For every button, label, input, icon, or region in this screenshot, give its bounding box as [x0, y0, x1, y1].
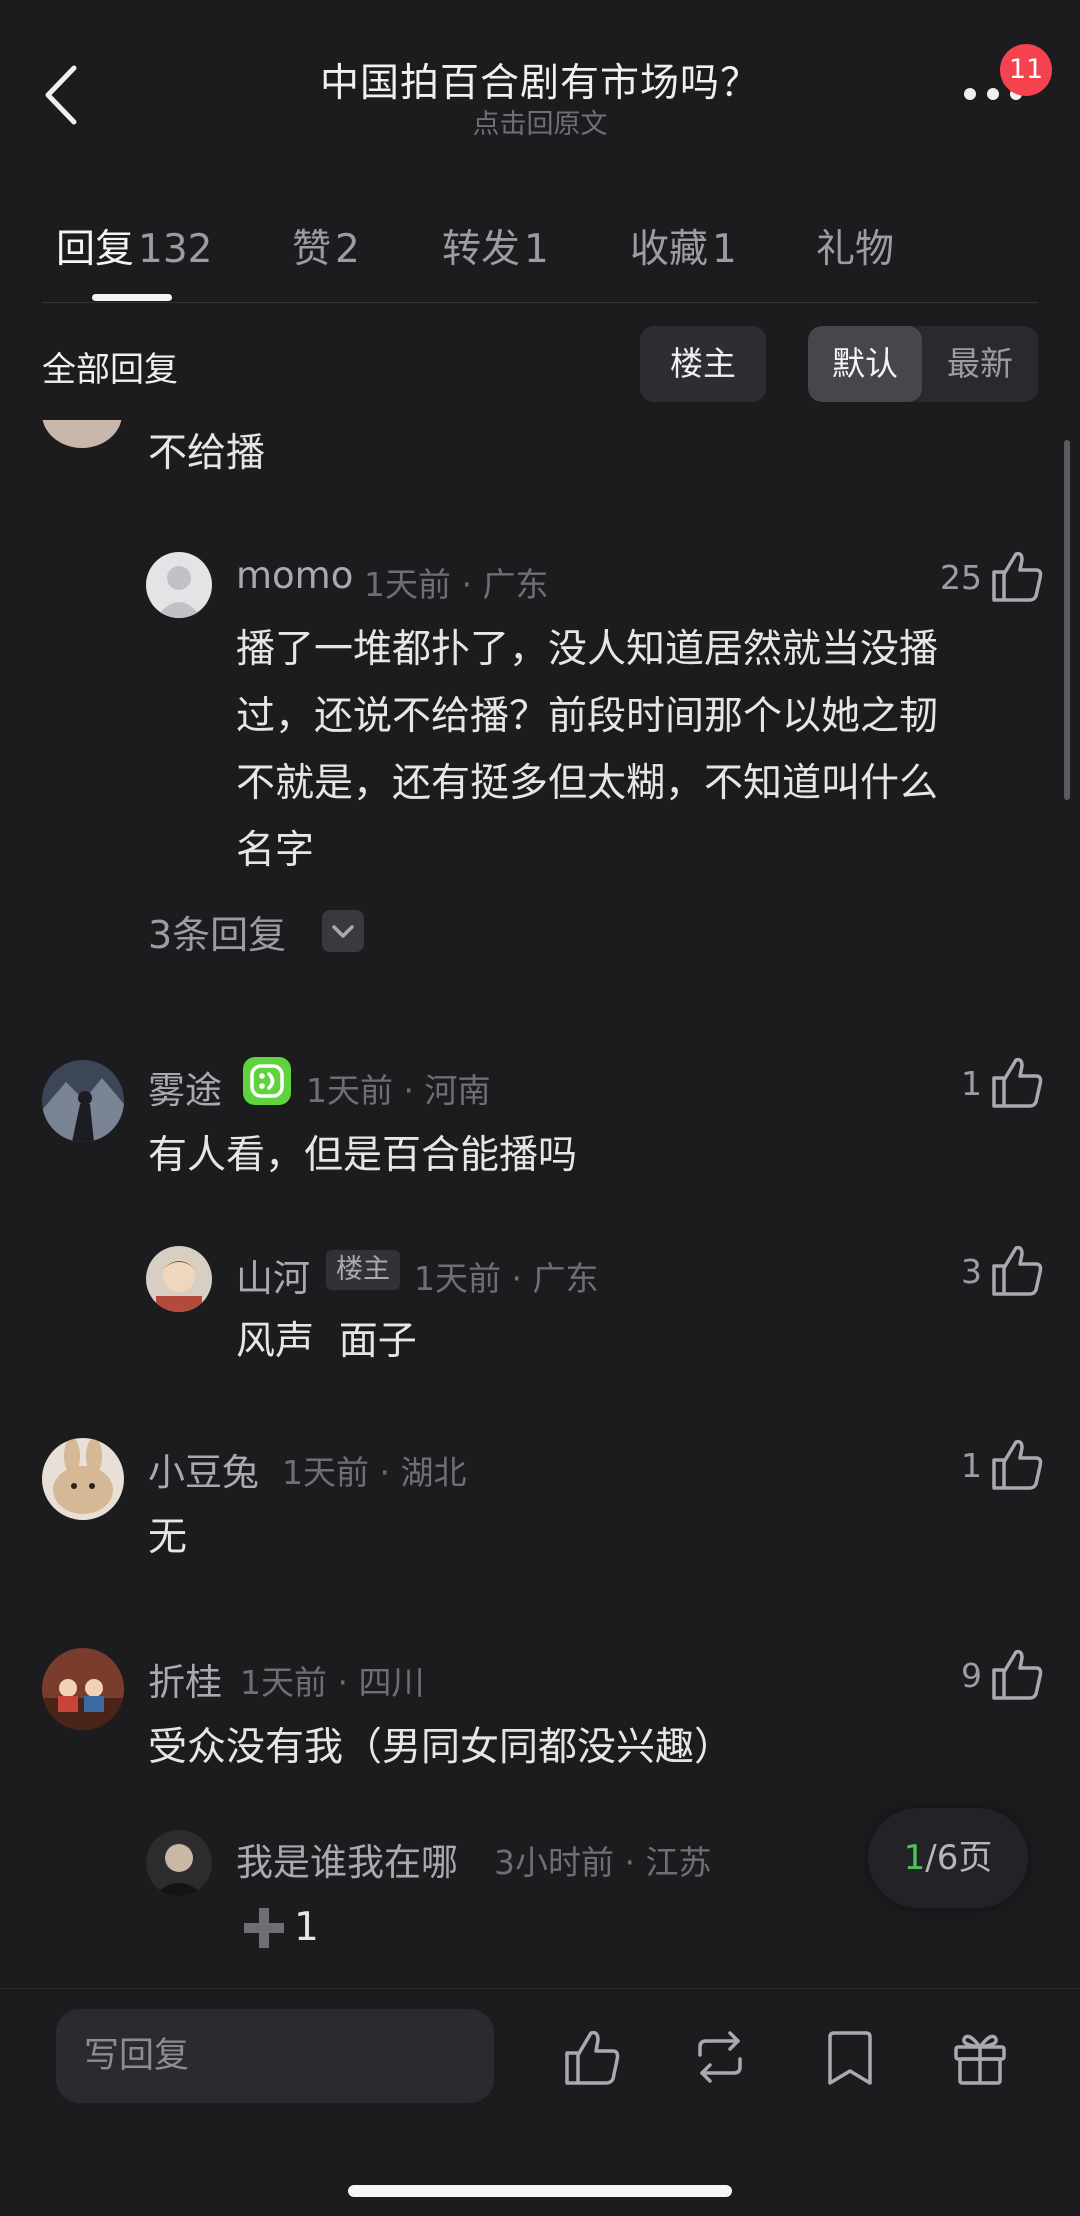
- reply-text-line: 播了一堆都扑了，没人知道居然就当没播: [236, 627, 939, 672]
- username[interactable]: momo: [236, 554, 353, 597]
- tab-likes-count: 2: [335, 227, 360, 272]
- chevron-down-icon[interactable]: [322, 910, 364, 952]
- username[interactable]: 我是谁我在哪: [236, 1832, 458, 1886]
- sort-toggle: 默认 最新: [808, 326, 1038, 402]
- home-indicator: [348, 2185, 732, 2197]
- member-badge-icon: [243, 1057, 291, 1105]
- comment-text: 不给播: [148, 431, 266, 476]
- reply-text: 1: [294, 1905, 319, 1950]
- avatar[interactable]: [146, 1246, 212, 1312]
- tab-reposts[interactable]: 转发 1: [442, 218, 549, 274]
- thumbs-up-icon[interactable]: [990, 1242, 1044, 1298]
- like-count: 1: [961, 1064, 982, 1103]
- reply-text: 风声 面子: [236, 1319, 417, 1364]
- bookmark-icon[interactable]: [820, 2027, 880, 2087]
- like-count: 3: [961, 1252, 982, 1291]
- like-count: 25: [940, 558, 982, 597]
- tab-favorites[interactable]: 收藏 1: [630, 218, 737, 274]
- all-replies-label: 全部回复: [42, 350, 178, 390]
- username[interactable]: 山河: [236, 1248, 310, 1302]
- comment-meta: 3小时前 · 江苏: [494, 1843, 712, 1882]
- username[interactable]: 雾途: [148, 1060, 222, 1114]
- thumbs-up-icon[interactable]: [990, 1436, 1044, 1492]
- tab-gifts-label: 礼物: [816, 227, 895, 272]
- sort-default-button[interactable]: 默认: [808, 326, 922, 402]
- avatar[interactable]: [42, 1438, 124, 1520]
- sort-latest-button[interactable]: 最新: [922, 326, 1038, 402]
- comment-text: 有人看，但是百合能播吗: [148, 1133, 578, 1178]
- active-tab-indicator: [92, 294, 172, 301]
- like-icon[interactable]: [562, 2027, 622, 2087]
- like-count: 1: [961, 1446, 982, 1485]
- tab-replies[interactable]: 回复 132: [56, 218, 212, 274]
- reply-text-line: 名字: [236, 828, 315, 873]
- reply-text-line: 不就是，还有挺多但太糊，不知道叫什么: [236, 761, 939, 806]
- avatar[interactable]: [42, 1060, 124, 1142]
- avatar[interactable]: [42, 1648, 124, 1730]
- owner-tag: 楼主: [326, 1250, 400, 1290]
- tab-favorites-count: 1: [712, 227, 737, 272]
- like-count: 9: [961, 1656, 982, 1695]
- scrollbar[interactable]: [1064, 440, 1070, 800]
- tab-gifts[interactable]: 礼物: [816, 218, 894, 274]
- tab-likes[interactable]: 赞2: [292, 218, 360, 274]
- divider: [42, 302, 1038, 303]
- reply-input[interactable]: 写回复: [56, 2009, 494, 2103]
- top-bar: 中国拍百合剧有市场吗？ 点击回原文 11: [0, 0, 1080, 190]
- tab-replies-count: 132: [138, 227, 213, 272]
- comment-meta: 1天前 · 广东: [414, 1259, 599, 1298]
- comment-meta: 1天前 · 四川: [240, 1663, 425, 1702]
- back-to-original-link[interactable]: 点击回原文: [0, 102, 1080, 141]
- total-pages: /6页: [925, 1838, 993, 1878]
- page-title[interactable]: 中国拍百合剧有市场吗？: [0, 52, 1080, 108]
- tab-likes-label: 赞: [292, 227, 332, 272]
- tab-reposts-count: 1: [524, 227, 549, 272]
- owner-only-button[interactable]: 楼主: [640, 326, 766, 402]
- comment-text: 受众没有我（男同女同都没兴趣）: [148, 1725, 734, 1770]
- comment-meta: 1天前 · 广东: [364, 565, 549, 604]
- bottom-action-bar: 写回复: [0, 1988, 1080, 2216]
- tab-replies-label: 回复: [56, 227, 135, 272]
- avatar[interactable]: [42, 420, 122, 448]
- comment-list[interactable]: 不给播 momo 1天前 · 广东 25 播了一堆都扑了，没人知道居然就当没播 …: [0, 420, 1080, 1988]
- tab-bar: 回复 132 赞2 转发 1 收藏 1 礼物: [0, 210, 1080, 302]
- reply-text-line: 过，还说不给播？前段时间那个以她之韧: [236, 694, 939, 739]
- username[interactable]: 折桂: [148, 1652, 222, 1706]
- avatar[interactable]: [146, 552, 212, 618]
- thumbs-up-icon[interactable]: [990, 1646, 1044, 1702]
- tab-favorites-label: 收藏: [630, 227, 709, 272]
- plus-icon: [244, 1908, 284, 1948]
- expand-replies-button[interactable]: 3条回复: [148, 904, 286, 959]
- gift-icon[interactable]: [950, 2027, 1010, 2087]
- avatar[interactable]: [146, 1830, 212, 1896]
- comment-text: 无: [148, 1515, 188, 1560]
- tab-reposts-label: 转发: [442, 227, 521, 272]
- username[interactable]: 小豆兔: [148, 1442, 259, 1496]
- thumbs-up-icon[interactable]: [990, 1054, 1044, 1110]
- notification-badge: 11: [1000, 44, 1052, 96]
- comment-meta: 1天前 · 湖北: [282, 1453, 467, 1492]
- page-indicator[interactable]: 1/6页: [868, 1808, 1028, 1908]
- current-page: 1: [903, 1838, 926, 1878]
- repost-icon[interactable]: [690, 2027, 750, 2087]
- thumbs-up-icon[interactable]: [990, 548, 1044, 604]
- comment-meta: 1天前 · 河南: [306, 1071, 491, 1110]
